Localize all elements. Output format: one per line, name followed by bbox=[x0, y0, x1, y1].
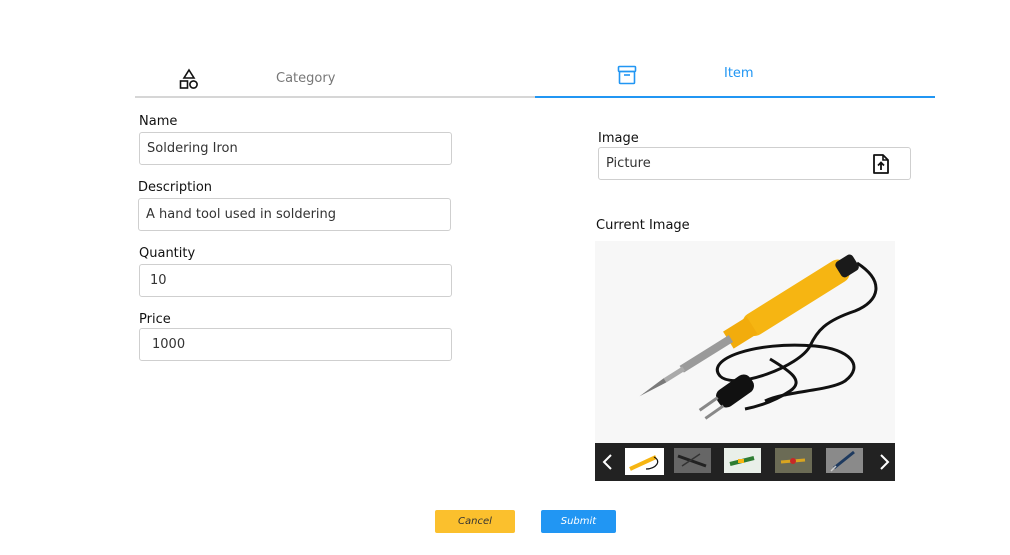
tab-category-label: Category bbox=[276, 71, 336, 86]
current-image bbox=[595, 241, 895, 443]
carousel-prev-icon[interactable] bbox=[597, 451, 619, 473]
cancel-button[interactable]: Cancel bbox=[435, 510, 515, 533]
thumbnail-4[interactable] bbox=[775, 448, 812, 473]
thumbnail-2[interactable] bbox=[674, 448, 711, 473]
tab-item-label: Item bbox=[724, 66, 754, 81]
file-upload-icon[interactable] bbox=[872, 154, 890, 186]
name-label: Name bbox=[139, 114, 178, 129]
current-image-label: Current Image bbox=[596, 218, 690, 233]
thumbnail-3[interactable] bbox=[724, 448, 761, 473]
carousel-next-icon[interactable] bbox=[873, 451, 895, 473]
archive-icon bbox=[617, 64, 637, 90]
thumbnail-1[interactable] bbox=[625, 448, 664, 475]
shapes-icon bbox=[178, 68, 200, 94]
thumbnail-carousel bbox=[595, 443, 895, 481]
thumbnail-5[interactable] bbox=[826, 448, 863, 473]
name-input[interactable]: Soldering Iron bbox=[139, 132, 452, 165]
price-label: Price bbox=[139, 312, 171, 327]
tab-item[interactable]: Item bbox=[535, 58, 935, 98]
description-label: Description bbox=[138, 180, 213, 195]
price-input[interactable]: 1000 bbox=[139, 328, 452, 361]
image-file-input[interactable]: Picture bbox=[598, 147, 911, 180]
image-file-placeholder: Picture bbox=[606, 156, 651, 171]
tab-category[interactable]: Category bbox=[135, 58, 535, 98]
quantity-label: Quantity bbox=[139, 246, 196, 261]
soldering-iron-image bbox=[639, 254, 878, 420]
image-label: Image bbox=[598, 131, 639, 146]
submit-button[interactable]: Submit bbox=[541, 510, 616, 533]
description-input[interactable]: A hand tool used in soldering bbox=[138, 198, 451, 231]
quantity-input[interactable]: 10 bbox=[139, 264, 452, 297]
